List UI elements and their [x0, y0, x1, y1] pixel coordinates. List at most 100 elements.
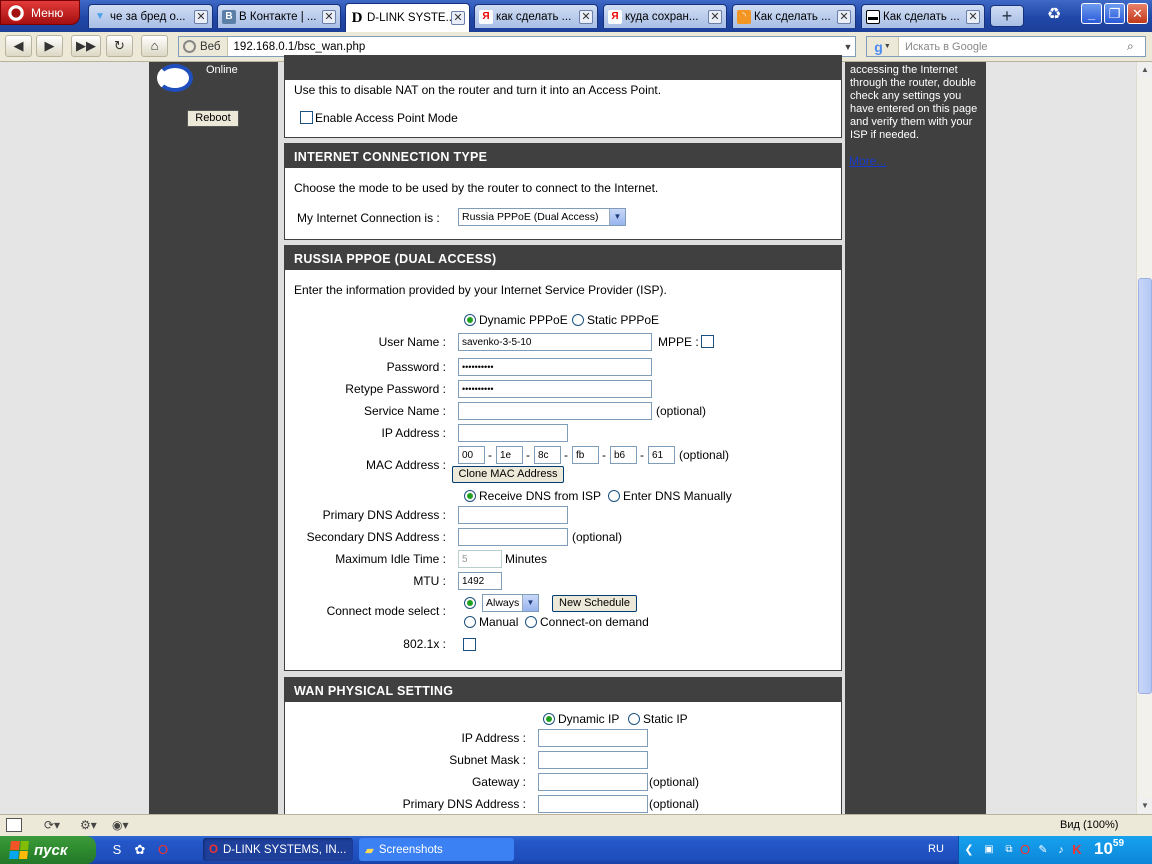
tray-app-icon[interactable]: ▣	[980, 841, 998, 859]
dynamic-ip-radio[interactable]	[543, 713, 555, 725]
close-tab-icon[interactable]: ✕	[579, 9, 593, 24]
connection-type-select[interactable]: Russia PPPoE (Dual Access) ▼	[458, 208, 626, 226]
search-field[interactable]: g ▼ Искать в Google ⌕	[866, 36, 1146, 57]
always-radio[interactable]	[464, 597, 476, 609]
username-input[interactable]	[458, 333, 652, 351]
close-tab-icon[interactable]: ✕	[194, 9, 208, 24]
tab-5[interactable]: Я куда сохран... ✕	[603, 4, 727, 28]
secondary-dns-input[interactable]	[458, 528, 568, 546]
mtu-input[interactable]	[458, 572, 502, 590]
kaspersky-icon[interactable]: K	[1068, 841, 1086, 859]
icq-icon[interactable]: ✿	[131, 841, 149, 859]
opera-icon[interactable]: O	[154, 841, 172, 859]
mppe-label: MPPE :	[658, 335, 699, 349]
scroll-down-icon[interactable]: ▼	[1137, 798, 1152, 814]
new-schedule-button[interactable]: New Schedule	[552, 595, 637, 612]
panel-toggle-icon[interactable]	[6, 818, 22, 832]
mac-octet-5[interactable]	[610, 446, 637, 464]
wan-mask-input[interactable]	[538, 751, 648, 769]
reload-button[interactable]: ↻	[106, 35, 133, 57]
zoom-indicator[interactable]: Вид (100%)	[1060, 819, 1118, 831]
skype-icon[interactable]: S	[108, 841, 126, 859]
close-tab-icon[interactable]: ✕	[708, 9, 722, 24]
reboot-button[interactable]: Reboot	[187, 110, 239, 127]
access-point-section: Use this to disable NAT on the router an…	[284, 55, 842, 138]
close-tab-icon[interactable]: ✕	[966, 9, 980, 24]
tray-app-icon[interactable]: ✎	[1034, 841, 1052, 859]
wan-mask-label: Subnet Mask :	[449, 753, 526, 767]
back-button[interactable]: ◀	[5, 35, 32, 57]
new-tab-button[interactable]: +	[990, 5, 1024, 27]
retype-password-input[interactable]	[458, 380, 652, 398]
static-ip-radio[interactable]	[628, 713, 640, 725]
close-tab-icon[interactable]: ✕	[837, 9, 851, 24]
mac-octet-3[interactable]	[534, 446, 561, 464]
wan-physical-section: WAN PHYSICAL SETTING Dynamic IP Static I…	[284, 677, 842, 822]
secondary-dns-label: Secondary DNS Address :	[306, 530, 446, 544]
address-field[interactable]: Веб 192.168.0.1/bsc_wan.php ▼	[178, 36, 856, 57]
clone-mac-button[interactable]: Clone MAC Address	[452, 466, 564, 483]
close-tab-icon[interactable]: ✕	[451, 11, 465, 25]
schedule-select[interactable]: Always ▼	[482, 594, 539, 612]
share-icon[interactable]: ⚙▾	[80, 818, 97, 832]
mac-octet-6[interactable]	[648, 446, 675, 464]
opera-icon: O	[209, 843, 218, 856]
receive-dns-radio[interactable]	[464, 490, 476, 502]
optional-label: (optional)	[649, 775, 700, 789]
static-pppoe-radio[interactable]	[572, 314, 584, 326]
manual-label: Manual	[479, 615, 519, 629]
forward-button[interactable]: ▶	[36, 35, 63, 57]
language-indicator[interactable]: RU	[928, 843, 944, 855]
tray-expand-icon[interactable]: ❮	[960, 841, 978, 859]
tab-7[interactable]: ▬ Как сделать ... ✕	[861, 4, 985, 28]
mac-octet-4[interactable]	[572, 446, 599, 464]
task-screenshots[interactable]: ▰ Screenshots	[359, 838, 514, 861]
manual-radio[interactable]	[464, 616, 476, 628]
tab-6[interactable]: ◝ Как сделать ... ✕	[732, 4, 856, 28]
search-icon[interactable]: ⌕	[1127, 39, 1145, 54]
primary-dns-input[interactable]	[458, 506, 568, 524]
mac-octet-1[interactable]	[458, 446, 485, 464]
ip-address-label: IP Address :	[381, 426, 446, 440]
section-header	[285, 56, 841, 80]
chevron-down-icon[interactable]: ▼	[841, 42, 855, 52]
sync-icon[interactable]: ⟳▾	[44, 818, 60, 832]
close-tab-icon[interactable]: ✕	[322, 9, 336, 24]
optional-label: (optional)	[679, 448, 730, 462]
home-button[interactable]: ⌂	[141, 35, 168, 57]
mppe-checkbox[interactable]	[701, 335, 714, 348]
unite-icon[interactable]: ◉▾	[112, 818, 129, 832]
start-button[interactable]: пуск	[0, 836, 96, 864]
dot1x-checkbox[interactable]	[463, 638, 476, 651]
wan-gateway-input[interactable]	[538, 773, 648, 791]
wan-ip-input[interactable]	[538, 729, 648, 747]
password-input[interactable]	[458, 358, 652, 376]
help-more-link[interactable]: More...	[849, 154, 886, 168]
dynamic-pppoe-radio[interactable]	[464, 314, 476, 326]
opera-tray-icon[interactable]: O	[1016, 841, 1034, 859]
vertical-scrollbar[interactable]: ▲ ▼	[1136, 62, 1152, 814]
tab-2[interactable]: B В Контакте | ... ✕	[217, 4, 341, 28]
scrollbar-thumb[interactable]	[1138, 278, 1152, 694]
scroll-up-icon[interactable]: ▲	[1137, 62, 1152, 78]
fast-forward-button[interactable]: ▶▶	[71, 35, 101, 57]
tab-1[interactable]: ▼ че за бред о... ✕	[88, 4, 213, 28]
tab-4[interactable]: Я как сделать ... ✕	[474, 4, 598, 28]
connect-on-demand-radio[interactable]	[525, 616, 537, 628]
mac-octet-2[interactable]	[496, 446, 523, 464]
opera-menu-button[interactable]: Меню	[0, 0, 80, 25]
wan-dns-input[interactable]	[538, 795, 648, 813]
dynamic-ip-label: Dynamic IP	[558, 712, 620, 726]
service-name-input[interactable]	[458, 402, 652, 420]
minimize-button[interactable]: _	[1081, 3, 1102, 24]
close-window-button[interactable]: ✕	[1127, 3, 1148, 24]
trash-icon[interactable]: ♻	[1043, 4, 1065, 28]
max-idle-input[interactable]	[458, 550, 502, 568]
connection-type-description: Choose the mode to be used by the router…	[294, 181, 659, 195]
enable-ap-mode-checkbox[interactable]	[300, 111, 313, 124]
task-opera[interactable]: O D-LINK SYSTEMS, IN...	[203, 838, 353, 861]
manual-dns-radio[interactable]	[608, 490, 620, 502]
tab-3-active[interactable]: D D-LINK SYSTE... ✕	[345, 3, 470, 32]
restore-button[interactable]: ❐	[1104, 3, 1125, 24]
ip-address-input[interactable]	[458, 424, 568, 442]
